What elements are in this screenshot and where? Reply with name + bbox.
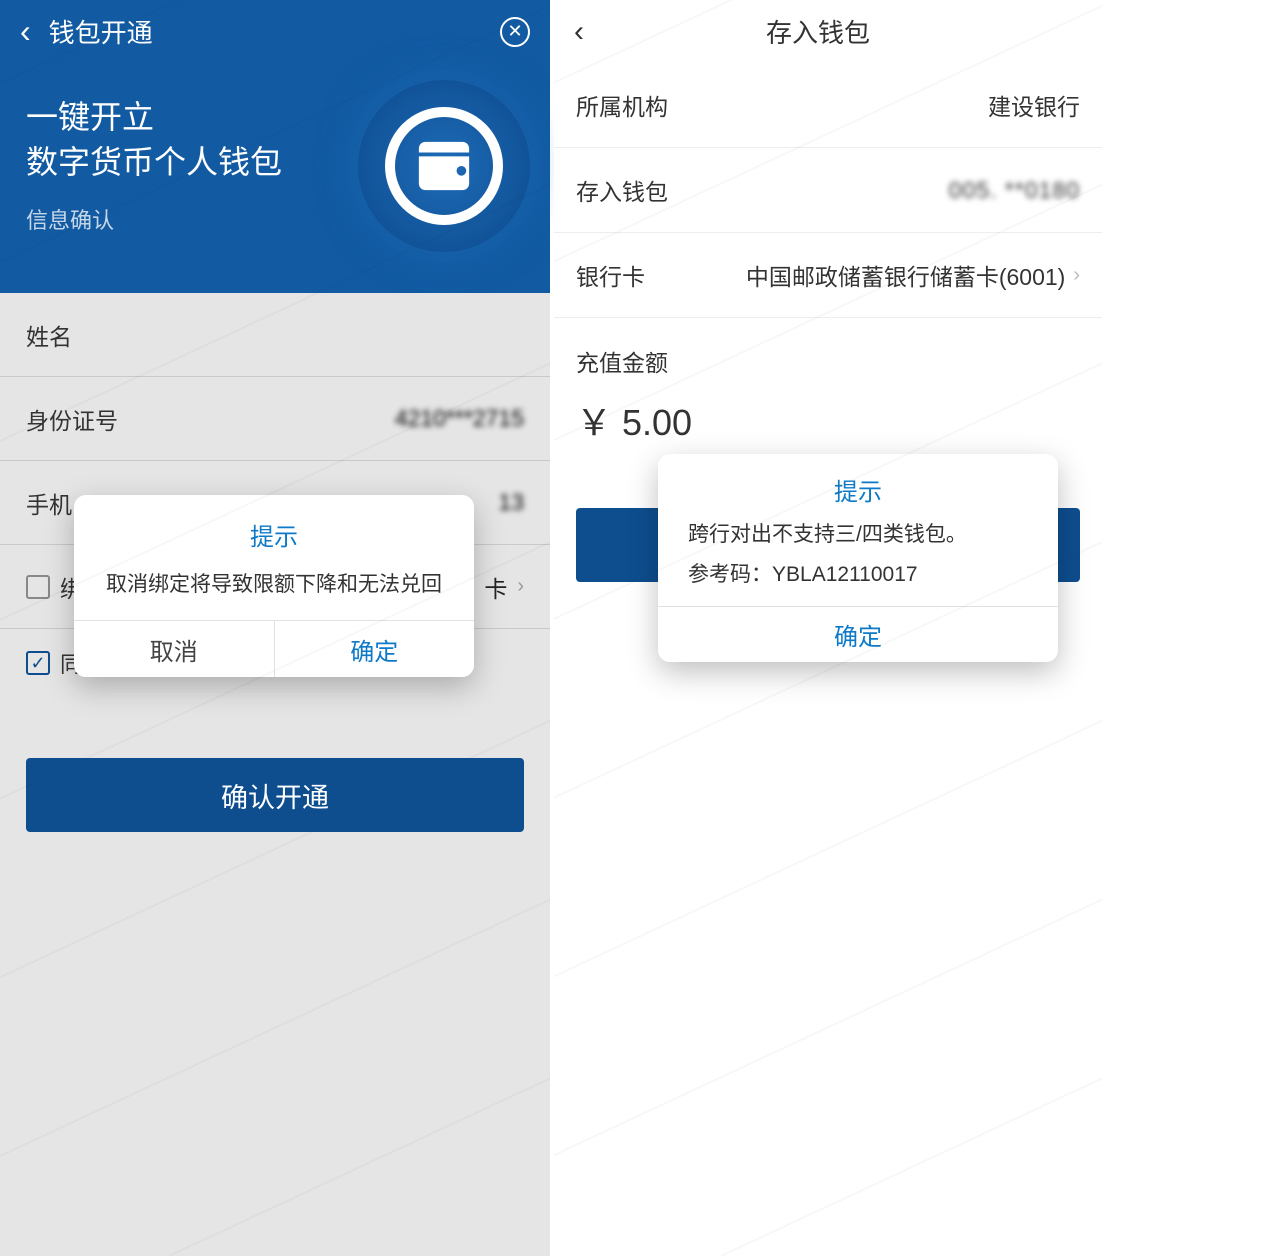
value-id: 4210***2715 (395, 405, 524, 432)
right-nav-title: 存入钱包 (554, 13, 1082, 50)
dialog-cancel-button[interactable]: 取消 (74, 621, 275, 677)
value-wallet: 005. **0180 (949, 177, 1080, 204)
row-name[interactable]: 姓名 (0, 293, 550, 377)
label-id: 身份证号 (26, 402, 395, 436)
dialog-msg: 跨行对出不支持三/四类钱包。 (658, 517, 1058, 558)
dialog-code: 参考码：YBLA12110017 (658, 558, 1058, 606)
label-wallet: 存入钱包 (576, 173, 949, 207)
right-list: 所属机构 建设银行 存入钱包 005. **0180 银行卡 中国邮政储蓄银行储… (554, 63, 1102, 318)
hero-line1: 一键开立 (26, 99, 154, 135)
value-bankcard: 中国邮政储蓄银行储蓄卡(6001) (746, 258, 1065, 292)
label-org: 所属机构 (576, 88, 988, 122)
close-icon[interactable]: ✕ (500, 17, 530, 47)
agree-checkbox[interactable]: ✓ (26, 651, 50, 675)
confirm-wrap: 确认开通 (0, 758, 550, 832)
value-phone-suffix: 13 (498, 489, 524, 516)
row-org[interactable]: 所属机构 建设银行 (554, 63, 1102, 148)
left-screen: ‹ 钱包开通 ✕ 一键开立 数字货币个人钱包 信息确认 姓名 身份证号 4210… (0, 0, 550, 1256)
right-dialog: 提示 跨行对出不支持三/四类钱包。 参考码：YBLA12110017 确定 (658, 454, 1058, 662)
hero-sub: 信息确认 (26, 203, 282, 235)
row-wallet[interactable]: 存入钱包 005. **0180 (554, 148, 1102, 233)
value-org: 建设银行 (988, 88, 1080, 122)
hero: 一键开立 数字货币个人钱包 信息确认 (26, 95, 282, 235)
amount-label: 充值金额 (554, 318, 1102, 384)
dialog-ok-button[interactable]: 确定 (658, 606, 1058, 662)
dialog-ok-button[interactable]: 确定 (275, 621, 475, 677)
label-name: 姓名 (26, 318, 524, 352)
row-card[interactable]: 银行卡 中国邮政储蓄银行储蓄卡(6001) › (554, 233, 1102, 318)
right-screen: ‹ 存入钱包 所属机构 建设银行 存入钱包 005. **0180 银行卡 中国… (554, 0, 1102, 1256)
left-nav-title: 钱包开通 (49, 13, 500, 50)
dialog-title: 提示 (658, 454, 1058, 517)
chevron-right-icon: › (1073, 264, 1080, 287)
chevron-right-icon: › (517, 575, 524, 598)
value-card: 卡 (484, 570, 507, 604)
confirm-button[interactable]: 确认开通 (26, 758, 524, 832)
row-id[interactable]: 身份证号 4210***2715 (0, 377, 550, 461)
wallet-icon (358, 80, 530, 252)
right-nav: ‹ 存入钱包 (554, 0, 1102, 63)
back-icon[interactable]: ‹ (20, 13, 31, 50)
card-checkbox[interactable]: ✓ (26, 575, 50, 599)
left-dialog: 提示 取消绑定将导致限额下降和无法兑回 取消 确定 (74, 495, 474, 677)
dialog-title: 提示 (74, 495, 474, 564)
label-bankcard: 银行卡 (576, 258, 746, 292)
hero-line2: 数字货币个人钱包 (26, 144, 282, 180)
dialog-msg: 取消绑定将导致限额下降和无法兑回 (74, 564, 474, 620)
left-nav: ‹ 钱包开通 ✕ (0, 0, 550, 63)
